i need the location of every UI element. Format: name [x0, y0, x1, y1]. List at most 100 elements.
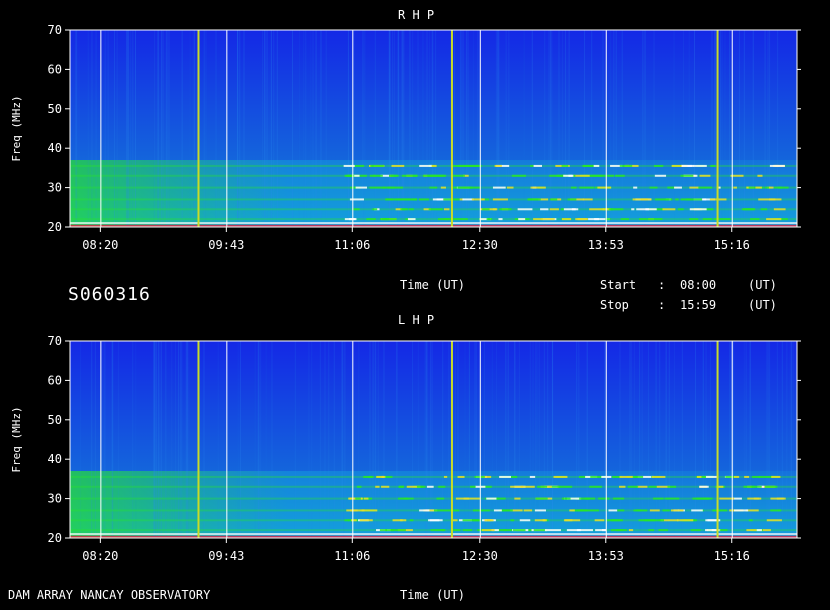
noise-streak — [156, 341, 158, 538]
emission-speckle — [401, 198, 417, 201]
noise-streak — [375, 341, 377, 538]
emission-speckle — [670, 509, 684, 512]
emission-speckle — [493, 509, 502, 512]
noise-streak — [305, 30, 307, 227]
emission-speckle — [540, 208, 549, 211]
noise-streak — [495, 341, 497, 538]
emission-speckle — [499, 208, 512, 211]
emission-speckle — [462, 519, 480, 522]
emission-speckle — [430, 529, 445, 532]
noise-streak — [243, 30, 245, 227]
emission-speckle — [514, 497, 521, 500]
noise-streak — [94, 341, 96, 538]
noise-streak — [217, 341, 219, 538]
emission-speckle — [662, 509, 670, 512]
noise-streak — [766, 341, 768, 538]
emission-speckle — [766, 519, 782, 522]
marker-line-white — [352, 341, 354, 538]
emission-speckle — [631, 208, 635, 211]
noise-streak — [303, 30, 305, 227]
emission-speckle — [511, 174, 527, 177]
emission-speckle — [770, 509, 780, 512]
noise-streak — [536, 341, 538, 538]
emission-speckle — [541, 218, 555, 221]
noise-streak — [260, 341, 262, 538]
noise-streak — [401, 30, 403, 227]
noise-streak — [403, 30, 405, 227]
noise-streak — [257, 341, 259, 538]
emission-speckle — [376, 475, 385, 478]
noise-streak — [792, 341, 794, 538]
noise-streak — [491, 341, 493, 538]
noise-streak — [462, 30, 464, 227]
emission-speckle — [412, 174, 418, 177]
emission-speckle — [635, 509, 642, 512]
noise-streak — [178, 341, 180, 538]
emission-speckle — [652, 475, 666, 478]
noise-streak — [298, 30, 300, 227]
noise-streak — [786, 341, 788, 538]
emission-speckle — [570, 186, 577, 189]
noise-streak — [167, 30, 169, 227]
emission-speckle — [681, 164, 695, 167]
noise-streak — [91, 341, 93, 538]
noise-streak — [551, 30, 553, 227]
emission-speckle — [462, 529, 473, 532]
noise-streak — [205, 30, 207, 227]
noise-streak — [474, 341, 476, 538]
noise-streak — [644, 30, 646, 227]
emission-speckle — [465, 164, 482, 167]
noise-streak — [476, 341, 478, 538]
noise-streak — [116, 30, 118, 227]
emission-band — [70, 218, 797, 221]
emission-speckle — [733, 509, 749, 512]
noise-streak — [412, 30, 414, 227]
y-tick-label: 20 — [48, 531, 62, 545]
emission-speckle — [750, 218, 760, 221]
emission-speckle — [647, 218, 663, 221]
noise-streak — [266, 30, 268, 227]
emission-speckle — [690, 529, 701, 532]
emission-speckle — [419, 198, 429, 201]
y-tick-label: 50 — [48, 413, 62, 427]
noise-streak — [705, 341, 707, 538]
noise-streak — [325, 30, 327, 227]
marker-line-white — [731, 30, 733, 227]
x-tick-label: 09:43 — [208, 238, 244, 252]
noise-streak — [639, 341, 641, 538]
emission-band — [70, 497, 797, 500]
noise-streak — [383, 341, 385, 538]
noise-streak — [276, 30, 278, 227]
noise-streak — [562, 30, 564, 227]
noise-streak — [165, 30, 167, 227]
emission-speckle — [610, 529, 627, 532]
emission-speckle — [584, 497, 595, 500]
noise-streak — [343, 341, 345, 538]
noise-streak — [565, 30, 567, 227]
y-tick-label: 50 — [48, 102, 62, 116]
noise-streak — [702, 341, 704, 538]
noise-streak — [531, 30, 533, 227]
noise-streak — [673, 341, 675, 538]
noise-streak — [103, 341, 105, 538]
emission-speckle — [668, 519, 679, 522]
noise-streak — [769, 30, 771, 227]
noise-streak — [776, 341, 778, 538]
x-tick-label: 15:16 — [714, 238, 750, 252]
y-tick-label: 30 — [48, 492, 62, 506]
noise-streak — [495, 30, 497, 227]
noise-streak — [157, 30, 159, 227]
noise-streak — [781, 341, 783, 538]
emission-speckle — [366, 218, 376, 221]
emission-speckle — [689, 208, 707, 211]
noise-streak — [507, 341, 509, 538]
noise-streak — [743, 341, 745, 538]
emission-speckle — [698, 186, 713, 189]
emission-speckle — [379, 529, 387, 532]
noise-streak — [411, 341, 413, 538]
spectrogram-plots: 20 30 40 50 60 70 Freq (MHz) 08:20 09:43 11:06 12:… — [10, 23, 801, 563]
noise-streak — [764, 30, 766, 227]
emission-speckle — [533, 164, 543, 167]
emission-speckle — [426, 485, 434, 488]
emission-speckle — [699, 485, 709, 488]
